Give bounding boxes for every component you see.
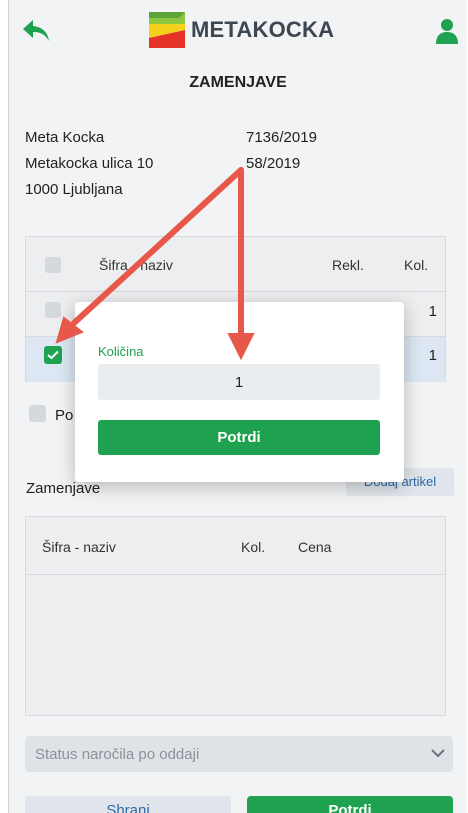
replacements-label: Zamenjave <box>26 480 101 497</box>
header-rekl: Rekl. <box>332 257 364 273</box>
customer-city: 1000 Ljubljana <box>25 181 123 198</box>
page-title: ZAMENJAVE <box>189 74 287 91</box>
check-icon <box>47 350 59 360</box>
header-code-name: Šifra - naziv <box>99 257 173 273</box>
table-header: Šifra - naziv Rekl. Kol. <box>26 237 445 292</box>
po-checkbox[interactable] <box>29 405 46 422</box>
replacements-table: Šifra - naziv Kol. Cena <box>25 516 446 716</box>
table-header: Šifra - naziv Kol. Cena <box>26 517 445 575</box>
po-label: Po <box>55 407 74 424</box>
header-code-name: Šifra - naziv <box>42 539 116 555</box>
quantity-label: Količina <box>98 344 144 359</box>
document-number-secondary: 58/2019 <box>246 155 301 172</box>
order-status-select[interactable]: Status naročila po oddaji <box>25 736 453 772</box>
header-kol: Kol. <box>404 257 429 273</box>
modal-confirm-button[interactable]: Potrdi <box>98 420 380 455</box>
header-cena: Cena <box>298 539 332 555</box>
select-placeholder: Status naročila po oddaji <box>35 746 200 763</box>
row-qty: 1 <box>428 347 437 364</box>
row-qty: 1 <box>428 303 437 320</box>
document-number: 7136/2019 <box>246 129 317 146</box>
confirm-button[interactable]: Potrdi <box>247 796 453 813</box>
back-arrow-icon[interactable] <box>21 18 51 44</box>
brand-logo: METAKOCKA <box>149 12 334 48</box>
header-kol: Kol. <box>241 539 266 555</box>
select-all-checkbox[interactable] <box>45 257 61 273</box>
row-checkbox[interactable] <box>45 302 61 318</box>
customer-street: Metakocka ulica 10 <box>25 155 154 172</box>
save-button[interactable]: Shrani <box>25 796 231 813</box>
quantity-modal: Količina Potrdi <box>75 302 404 482</box>
customer-name: Meta Kocka <box>25 129 105 146</box>
chevron-down-icon <box>431 749 445 758</box>
row-checkbox-checked[interactable] <box>44 346 62 364</box>
quantity-input[interactable] <box>98 364 380 400</box>
user-icon[interactable] <box>436 18 458 44</box>
app-header: METAKOCKA <box>9 0 467 62</box>
metakocka-logo-icon <box>149 12 185 48</box>
brand-name: METAKOCKA <box>191 17 335 42</box>
